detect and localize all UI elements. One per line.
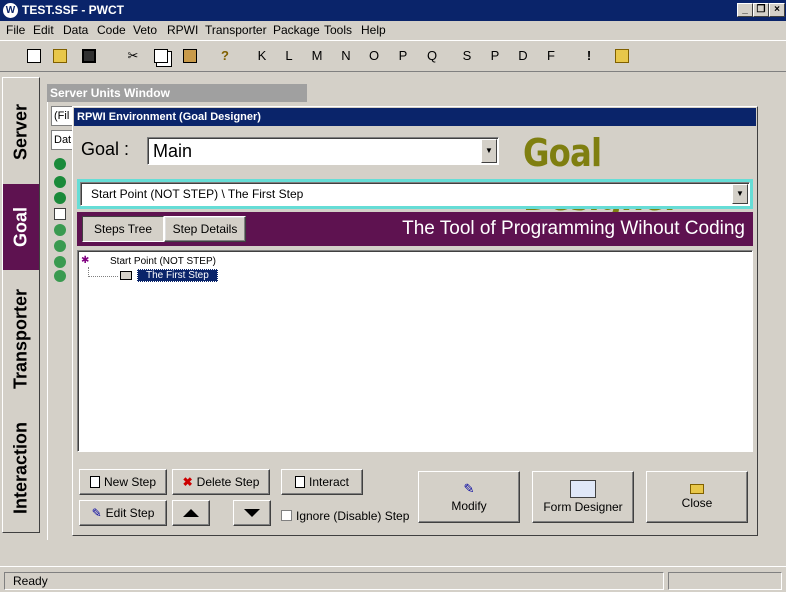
minimize-button[interactable]: _ bbox=[737, 3, 753, 17]
status-text: Ready bbox=[4, 572, 664, 590]
unit-icon[interactable] bbox=[54, 176, 66, 188]
status-bar: Ready bbox=[0, 566, 786, 592]
menu-rpwi[interactable]: RPWI bbox=[167, 23, 198, 37]
step-path-select[interactable]: Start Point (NOT STEP) \ The First Step … bbox=[80, 182, 750, 206]
tab-steps-tree[interactable]: Steps Tree bbox=[82, 216, 164, 242]
menu-transporter[interactable]: Transporter bbox=[205, 23, 267, 37]
steps-tree-view[interactable]: ✱ Start Point (NOT STEP) The First Step bbox=[77, 250, 753, 452]
open-folder-icon[interactable] bbox=[53, 49, 67, 63]
tree-child-node[interactable]: The First Step bbox=[137, 269, 218, 282]
toolbar-p[interactable]: P bbox=[393, 48, 413, 63]
start-point-icon: ✱ bbox=[81, 255, 90, 266]
tagline: The Tool of Programming Wihout Coding bbox=[402, 218, 745, 239]
interact-icon bbox=[294, 476, 305, 488]
toolbar-q[interactable]: Q bbox=[422, 48, 442, 63]
unit-icon[interactable] bbox=[54, 192, 66, 204]
app-icon: W bbox=[3, 3, 18, 18]
globe-icon[interactable] bbox=[54, 224, 66, 236]
step-path-frame: Start Point (NOT STEP) \ The First Step … bbox=[77, 179, 753, 209]
edit-icon: ✎ bbox=[91, 506, 102, 520]
toolbar-f[interactable]: F bbox=[541, 48, 561, 63]
action-panel: New Step ✖ Delete Step Interact ✎ Edit S… bbox=[75, 455, 755, 533]
globe-icon[interactable] bbox=[54, 256, 66, 268]
delete-icon: ✖ bbox=[182, 475, 193, 489]
chevron-down-icon[interactable]: ▼ bbox=[732, 184, 748, 204]
menu-file[interactable]: File bbox=[6, 23, 25, 37]
modify-icon: ✎ bbox=[463, 481, 475, 496]
move-up-button[interactable] bbox=[172, 500, 210, 526]
menu-data[interactable]: Data bbox=[63, 23, 88, 37]
toolbar-exclaim[interactable]: ! bbox=[579, 48, 599, 63]
menu-veto[interactable]: Veto bbox=[133, 23, 157, 37]
tree-connector bbox=[88, 276, 118, 277]
menu-tools[interactable]: Tools bbox=[324, 23, 352, 37]
new-step-icon bbox=[89, 476, 100, 488]
tab-interaction[interactable]: Interaction bbox=[3, 408, 39, 528]
menu-help[interactable]: Help bbox=[361, 23, 386, 37]
menu-package[interactable]: Package bbox=[273, 23, 320, 37]
help-icon[interactable]: ? bbox=[215, 48, 235, 63]
move-down-button[interactable] bbox=[233, 500, 271, 526]
tab-step-details[interactable]: Step Details bbox=[164, 216, 246, 242]
form-designer-icon bbox=[570, 480, 596, 498]
goal-select-value: Main bbox=[153, 141, 193, 161]
delete-step-button[interactable]: ✖ Delete Step bbox=[172, 469, 270, 495]
title-bar: W TEST.SSF - PWCT _ ❐ × bbox=[0, 0, 786, 21]
folder-icon[interactable] bbox=[615, 49, 629, 63]
toolbar-o[interactable]: O bbox=[364, 48, 384, 63]
globe-icon[interactable] bbox=[54, 240, 66, 252]
menu-bar: File Edit Data Code Veto RPWI Transporte… bbox=[0, 21, 786, 40]
edit-step-button[interactable]: ✎ Edit Step bbox=[79, 500, 167, 526]
server-units-window-title[interactable]: Server Units Window bbox=[47, 84, 307, 102]
save-icon[interactable] bbox=[82, 49, 96, 63]
left-tab-strip: Server Goal Transporter Interaction bbox=[2, 77, 40, 533]
cut-icon[interactable]: ✂ bbox=[123, 48, 143, 64]
arrow-up-icon bbox=[183, 509, 199, 517]
close-button[interactable]: Close bbox=[646, 471, 748, 523]
restore-button[interactable]: ❐ bbox=[753, 3, 769, 17]
window-title: TEST.SSF - PWCT bbox=[22, 3, 124, 17]
close-window-button[interactable]: × bbox=[769, 3, 785, 17]
tab-header-bar: Steps Tree Step Details The Tool of Prog… bbox=[77, 212, 753, 246]
ignore-step-label: Ignore (Disable) Step bbox=[296, 509, 410, 523]
status-pane bbox=[668, 572, 782, 590]
goal-label: Goal : bbox=[81, 139, 130, 159]
toolbar-l[interactable]: L bbox=[279, 48, 299, 63]
toolbar-k[interactable]: K bbox=[252, 48, 272, 63]
modify-button[interactable]: ✎ Modify bbox=[418, 471, 520, 523]
copy-icon[interactable] bbox=[154, 49, 168, 63]
ignore-step-checkbox[interactable] bbox=[281, 510, 292, 521]
dialog-title: RPWI Environment (Goal Designer) bbox=[74, 108, 756, 126]
menu-code[interactable]: Code bbox=[97, 23, 126, 37]
unit-list-icon[interactable] bbox=[54, 208, 66, 220]
new-file-icon[interactable] bbox=[27, 49, 41, 63]
new-step-button[interactable]: New Step bbox=[79, 469, 167, 495]
tab-server[interactable]: Server bbox=[3, 82, 39, 182]
toolbar-n[interactable]: N bbox=[336, 48, 356, 63]
tree-root-node[interactable]: Start Point (NOT STEP) bbox=[110, 256, 216, 267]
chevron-down-icon[interactable]: ▼ bbox=[481, 139, 497, 163]
tab-transporter[interactable]: Transporter bbox=[3, 274, 39, 404]
form-designer-button[interactable]: Form Designer bbox=[532, 471, 634, 523]
menu-edit[interactable]: Edit bbox=[33, 23, 54, 37]
toolbar-s[interactable]: S bbox=[457, 48, 477, 63]
step-icon bbox=[120, 271, 132, 280]
globe-icon[interactable] bbox=[54, 270, 66, 282]
interact-button[interactable]: Interact bbox=[281, 469, 363, 495]
tab-goal[interactable]: Goal bbox=[3, 184, 39, 270]
toolbar: ✂ ? K L M N O P Q S P D F ! bbox=[0, 40, 786, 72]
goal-select[interactable]: Main ▼ bbox=[147, 137, 499, 165]
toolbar-m[interactable]: M bbox=[307, 48, 327, 63]
close-folder-icon bbox=[690, 484, 704, 494]
toolbar-p2[interactable]: P bbox=[485, 48, 505, 63]
step-path-value: Start Point (NOT STEP) \ The First Step bbox=[91, 187, 304, 201]
unit-icon[interactable] bbox=[54, 158, 66, 170]
toolbar-d[interactable]: D bbox=[513, 48, 533, 63]
paste-icon[interactable] bbox=[183, 49, 197, 63]
goal-designer-dialog: RPWI Environment (Goal Designer) Goal : … bbox=[72, 106, 758, 536]
arrow-down-icon bbox=[244, 509, 260, 517]
